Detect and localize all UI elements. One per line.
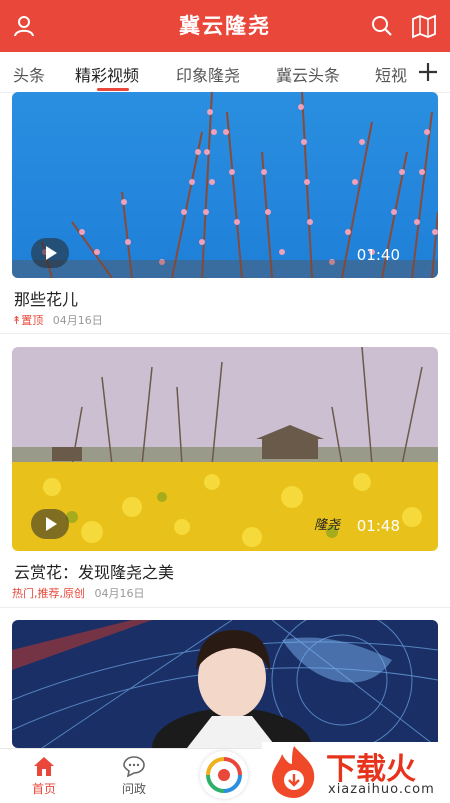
video-meta: ↟置顶 04月16日 — [12, 312, 103, 328]
video-card[interactable]: 01:40 那些花儿 ↟置顶 04月16日 — [12, 92, 438, 327]
pin-icon: ↟ — [12, 314, 22, 327]
search-icon[interactable] — [368, 12, 396, 40]
pinned-tag: ↟置顶 — [12, 314, 44, 327]
divider — [0, 333, 450, 334]
plus-icon — [419, 63, 437, 81]
video-thumbnail[interactable] — [12, 620, 438, 748]
home-icon — [34, 757, 54, 776]
divider — [0, 607, 450, 608]
video-thumbnail[interactable]: 隆尧 01:48 — [12, 347, 438, 551]
chat-icon — [123, 756, 145, 778]
active-tab-indicator — [97, 88, 129, 91]
app-logo-icon — [206, 757, 242, 793]
video-title[interactable]: 云赏花：发现隆尧之美 — [14, 559, 174, 583]
nav-home[interactable]: 首页 — [14, 755, 74, 797]
video-duration: 01:40 — [356, 246, 400, 264]
video-tags: 热门,推荐,原创 — [12, 587, 85, 600]
add-channel-button[interactable] — [414, 56, 442, 86]
tab-impression[interactable]: 印象隆尧 — [176, 62, 240, 86]
video-card[interactable]: 隆尧 01:48 云赏花：发现隆尧之美 热门,推荐,原创 04月16日 — [12, 347, 438, 600]
thumbnail-image — [12, 620, 438, 748]
video-date: 04月16日 — [94, 587, 145, 600]
tab-headlines[interactable]: 头条 — [13, 62, 45, 86]
play-icon[interactable] — [31, 509, 69, 539]
nav-home-label: 首页 — [31, 782, 56, 796]
video-duration: 01:48 — [356, 517, 400, 535]
center-logo-button[interactable] — [200, 751, 248, 799]
tab-short-video[interactable]: 短视 — [375, 62, 407, 86]
channel-tabs: 头条 精彩视频 印象隆尧 冀云头条 短视 — [0, 52, 450, 93]
tab-jiyun-headlines[interactable]: 冀云头条 — [276, 62, 340, 86]
video-thumbnail[interactable]: 01:40 — [12, 92, 438, 278]
watermark: 下载火 xiazaihuo.com — [262, 742, 450, 800]
nav-inquiry[interactable]: 问政 — [104, 755, 164, 797]
map-icon[interactable] — [410, 12, 438, 40]
play-icon[interactable] — [31, 238, 69, 268]
top-bar: 冀云隆尧 — [0, 0, 450, 52]
video-meta: 热门,推荐,原创 04月16日 — [12, 585, 145, 601]
watermark-url: xiazaihuo.com — [328, 782, 435, 797]
video-card[interactable] — [12, 620, 438, 748]
video-date: 04月16日 — [52, 314, 103, 327]
video-title[interactable]: 那些花儿 — [14, 286, 78, 310]
video-overlay-text: 隆尧 — [314, 518, 341, 533]
fire-logo-icon — [272, 746, 315, 798]
nav-inquiry-label: 问政 — [121, 782, 146, 796]
tab-videos[interactable]: 精彩视频 — [75, 62, 139, 86]
